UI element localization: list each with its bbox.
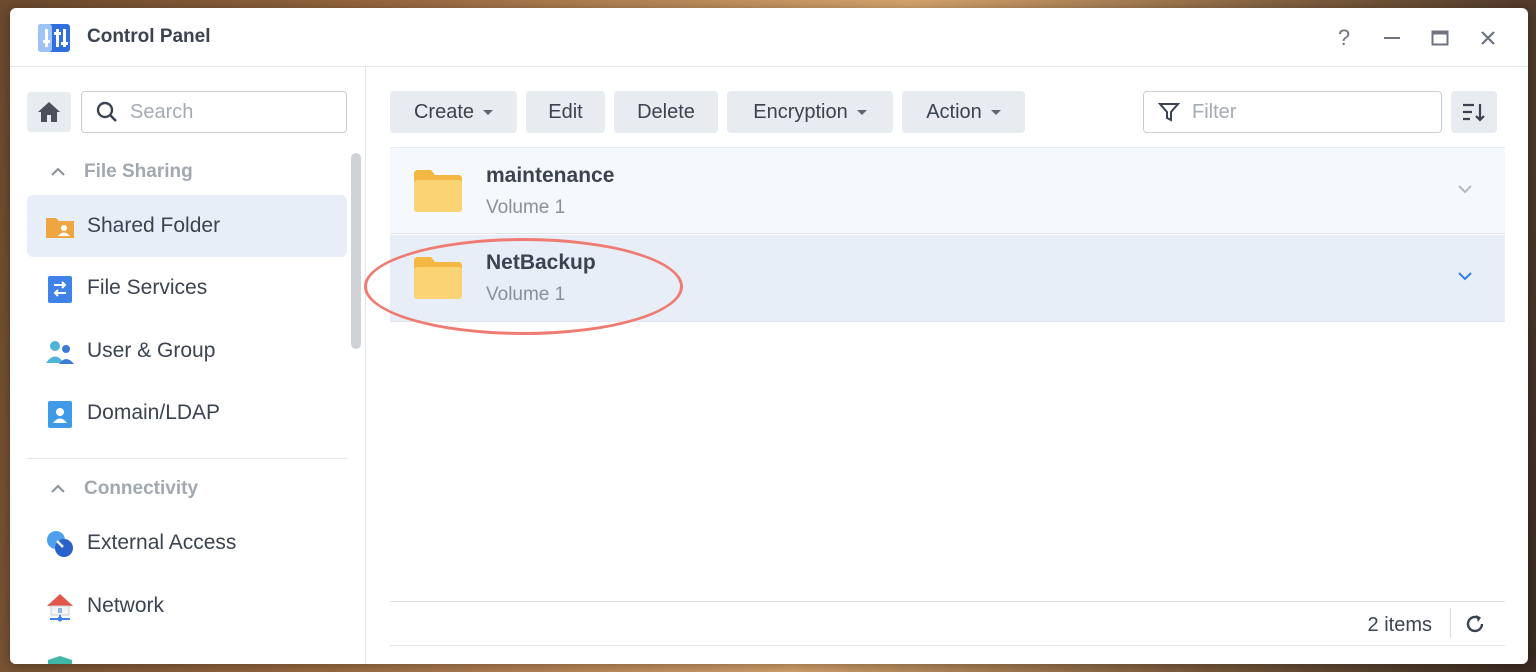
chevron-down-icon[interactable] [1457, 184, 1473, 194]
search-icon [96, 101, 117, 122]
sidebar-item-shared-folder[interactable]: Shared Folder [27, 195, 347, 257]
home-button[interactable] [27, 92, 71, 132]
maximize-button[interactable] [1426, 24, 1454, 52]
sidebar-item-label: External Access [87, 531, 237, 554]
chevron-up-icon [51, 484, 65, 493]
domain-ldap-icon [48, 401, 72, 428]
sidebar-item-partial[interactable] [27, 638, 347, 664]
footer-divider [1450, 608, 1451, 638]
sidebar-divider [27, 458, 347, 459]
section-file-sharing[interactable]: File Sharing [50, 161, 193, 183]
title-bar: Control Panel ? [10, 8, 1528, 67]
caret-down-icon [856, 109, 867, 115]
maximize-icon [1431, 30, 1449, 46]
caret-down-icon [990, 109, 1001, 115]
section-label: Connectivity [84, 478, 199, 499]
table-row-selected[interactable]: NetBackup Volume 1 [390, 235, 1505, 322]
action-button[interactable]: Action [902, 91, 1025, 133]
sidebar-item-label: Domain/LDAP [87, 401, 221, 424]
encryption-button[interactable]: Encryption [727, 91, 893, 133]
control-panel-window: Control Panel ? File Sharing [10, 8, 1528, 664]
delete-label: Delete [637, 100, 695, 123]
control-panel-app-icon [38, 24, 70, 52]
folder-name: maintenance [486, 164, 615, 187]
filter-field[interactable] [1143, 91, 1442, 133]
close-icon [1481, 31, 1495, 45]
close-button[interactable] [1474, 24, 1502, 52]
sidebar-item-label: User & Group [87, 339, 216, 362]
table-row[interactable]: maintenance Volume 1 [390, 147, 1505, 234]
help-button[interactable]: ? [1330, 24, 1358, 52]
delete-button[interactable]: Delete [614, 91, 718, 133]
minimize-icon [1384, 37, 1400, 39]
filter-icon [1158, 103, 1180, 122]
sidebar: File Sharing Shared Folder File Services [10, 67, 366, 664]
action-label: Action [926, 100, 982, 123]
main-panel: Create Edit Delete Encryption Action Fil… [364, 67, 1528, 664]
search-field[interactable] [81, 91, 347, 133]
sidebar-scrollbar[interactable] [351, 153, 361, 349]
network-icon [47, 594, 73, 622]
edit-label: Edit [548, 100, 583, 123]
external-access-icon [47, 531, 73, 557]
window-title: Control Panel [87, 26, 211, 47]
chevron-down-icon[interactable] [1457, 271, 1473, 281]
folder-name: NetBackup [486, 251, 596, 274]
sidebar-item-label: Shared Folder [87, 214, 221, 237]
sort-button[interactable] [1451, 91, 1497, 133]
caret-down-icon [483, 109, 494, 115]
sidebar-item-external-access[interactable]: External Access [27, 512, 347, 574]
folder-volume: Volume 1 [486, 284, 566, 305]
sidebar-item-file-services[interactable]: File Services [27, 257, 347, 319]
shared-folder-icon [46, 218, 74, 238]
minimize-button[interactable] [1378, 24, 1406, 52]
folder-volume: Volume 1 [486, 197, 566, 218]
sidebar-item-label: Network [87, 594, 165, 617]
list-footer: 2 items [390, 601, 1505, 646]
sidebar-item-user-group[interactable]: User & Group [27, 320, 347, 382]
sidebar-item-domain-ldap[interactable]: Domain/LDAP [27, 382, 347, 444]
item-count: 2 items [1367, 614, 1432, 636]
sidebar-item-label: File Services [87, 276, 208, 299]
file-services-icon [48, 276, 72, 303]
security-icon [48, 656, 72, 664]
section-connectivity[interactable]: Connectivity [50, 478, 198, 500]
search-input[interactable] [130, 100, 330, 124]
refresh-icon[interactable] [1463, 612, 1487, 636]
create-button[interactable]: Create [390, 91, 517, 133]
section-label: File Sharing [84, 161, 193, 182]
sidebar-item-network[interactable]: Network [27, 575, 347, 637]
create-label: Create [413, 100, 475, 123]
filter-input[interactable] [1192, 100, 1422, 124]
chevron-up-icon [51, 167, 65, 176]
edit-button[interactable]: Edit [526, 91, 605, 133]
folder-icon [414, 170, 462, 212]
folder-icon [414, 257, 462, 299]
home-icon [38, 102, 60, 122]
user-group-icon [46, 341, 74, 364]
help-label: ? [1337, 25, 1351, 50]
sort-icon [1463, 103, 1485, 122]
encryption-label: Encryption [753, 100, 848, 123]
